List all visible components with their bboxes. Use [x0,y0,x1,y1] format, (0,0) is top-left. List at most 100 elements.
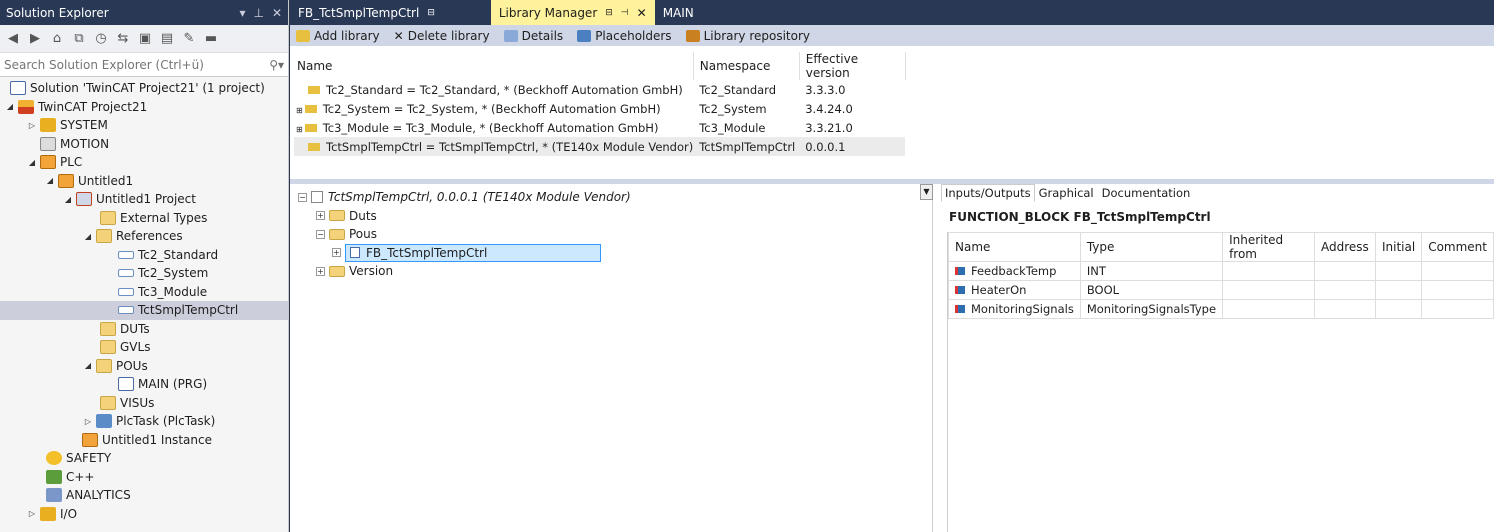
forward-icon[interactable]: ▶ [26,31,44,46]
tree-item-visus[interactable]: VISUs [0,394,288,413]
tree-item-references[interactable]: ◢ References [0,227,288,246]
expand-box-icon[interactable]: ⊞ [296,106,303,115]
tab-fb-tctsmpltempctrl[interactable]: FB_TctSmplTempCtrl ⊟ [290,0,443,25]
var-col-comment[interactable]: Comment [1421,232,1494,262]
solution-explorer-search[interactable]: ⚲▾ [0,53,288,77]
tree-item-system[interactable]: ▷ SYSTEM [0,116,288,135]
lib-tree-fb[interactable]: + FB_TctSmplTempCtrl [298,243,631,263]
var-col-type[interactable]: Type [1079,232,1224,262]
expand-box-icon[interactable]: + [316,211,325,221]
close-tab-icon[interactable]: ✕ [637,6,647,20]
tree-item-plctask[interactable]: ▷ PlcTask (PlcTask) [0,412,288,431]
lib-tree-pous[interactable]: − Pous [298,225,631,244]
expand-arrow-icon[interactable]: ▷ [82,417,94,426]
library-toolbar: Add library ✕ Delete library Details Plac… [290,25,1494,46]
tree-item-cpp[interactable]: C++ [0,468,288,487]
close-icon[interactable]: ✕ [272,6,282,20]
add-library-button[interactable]: Add library [296,29,380,43]
tab-main[interactable]: MAIN [655,0,702,25]
tree-item-ref-tc3-module[interactable]: Tc3_Module [0,283,288,302]
variable-row[interactable]: FeedbackTemp INT [948,261,1494,281]
search-icon[interactable]: ⚲▾ [269,58,284,72]
tree-item-motion[interactable]: MOTION [0,135,288,154]
library-repository-button[interactable]: Library repository [685,29,810,43]
tab-graphical[interactable]: Graphical [1035,184,1098,202]
col-header-version[interactable]: Effective version [799,52,906,80]
tree-item-ref-tctsmpltempctrl[interactable]: TctSmplTempCtrl [0,301,288,320]
properties-icon[interactable]: ✎ [180,31,198,46]
show-all-files-icon[interactable]: ▤ [158,31,176,46]
variable-row[interactable]: HeaterOn BOOL [948,280,1494,300]
tree-item-untitled1-project[interactable]: ◢ Untitled1 Project [0,190,288,209]
tree-item-ref-tc2-system[interactable]: Tc2_System [0,264,288,283]
tree-item-safety[interactable]: SAFETY [0,449,288,468]
pin-icon[interactable]: ⊟ [427,8,435,18]
expand-arrow-icon[interactable]: ▷ [26,121,38,130]
col-header-namespace[interactable]: Namespace [693,52,800,80]
collapse-arrow-icon[interactable]: ◢ [4,102,16,111]
reference-icon [118,269,134,278]
dropdown-icon[interactable]: ▾ [239,6,245,20]
library-row[interactable]: ⊞ Tc3_Module = Tc3_Module, * (Beckhoff Au… [294,118,905,137]
tree-item-duts[interactable]: DUTs [0,320,288,339]
pin-icon[interactable]: ⊥ [253,6,263,20]
var-col-initial[interactable]: Initial [1374,232,1423,262]
tree-item-untitled1[interactable]: ◢ Untitled1 [0,172,288,191]
lib-tree-duts[interactable]: + Duts [298,207,631,226]
tab-documentation[interactable]: Documentation [1098,184,1195,202]
expand-box-icon[interactable]: + [316,266,325,276]
twincat-project-icon [18,99,34,114]
home-icon[interactable]: ⌂ [48,31,66,46]
lib-tree-root[interactable]: − TctSmplTempCtrl, 0.0.0.1 (TE140x Module… [298,188,631,207]
collapse-arrow-icon[interactable]: ◢ [82,232,94,241]
collapse-arrow-icon[interactable]: ◢ [26,158,38,167]
expand-arrow-icon[interactable]: ▷ [26,509,38,518]
tree-item-external-types[interactable]: External Types [0,209,288,228]
tree-item-untitled1-instance[interactable]: Untitled1 Instance [0,431,288,450]
collapse-all-icon[interactable]: ▣ [136,31,154,46]
library-row-selected[interactable]: TctSmplTempCtrl = TctSmplTempCtrl, * (TE… [294,137,906,156]
var-col-address[interactable]: Address [1314,232,1376,262]
tree-item-solution[interactable]: Solution 'TwinCAT Project21' (1 project) [0,79,288,98]
pin-icon[interactable]: ⊟ [605,8,613,18]
expand-box-icon[interactable]: ⊞ [296,125,303,134]
collapse-arrow-icon[interactable]: ◢ [82,361,94,370]
collapse-arrow-icon[interactable]: ◢ [44,176,56,185]
details-button[interactable]: Details [503,29,563,43]
var-col-name[interactable]: Name [948,232,1081,262]
sync-icon[interactable]: ⇆ [114,31,132,46]
collapse-arrow-icon[interactable]: ◢ [62,195,74,204]
search-input[interactable] [4,57,270,72]
switch-views-icon[interactable]: ⧉ [70,31,88,46]
tab-library-manager[interactable]: Library Manager ⊟ ⊣ ✕ [490,0,655,25]
placeholders-button[interactable]: Placeholders [577,29,672,43]
tree-item-gvls[interactable]: GVLs [0,338,288,357]
tree-item-main-prg[interactable]: MAIN (PRG) [0,375,288,394]
expand-box-icon[interactable]: + [332,248,341,258]
fb-selected-item[interactable]: FB_TctSmplTempCtrl [345,243,601,262]
library-row[interactable]: ⊞ Tc2_System = Tc2_System, * (Beckhoff Au… [294,99,905,118]
history-icon[interactable]: ◷ [92,31,110,46]
back-icon[interactable]: ◀ [4,31,22,46]
library-row[interactable]: Tc2_Standard = Tc2_Standard, * (Beckhoff… [294,80,905,99]
tree-item-analytics[interactable]: ANALYTICS [0,486,288,505]
delete-library-button[interactable]: ✕ Delete library [394,29,490,43]
tab-inputs-outputs[interactable]: Inputs/Outputs [941,184,1035,202]
variable-row[interactable]: MonitoringSignals MonitoringSignalsType [948,299,1494,319]
delete-icon: ✕ [393,28,404,43]
program-icon [118,377,134,392]
library-dropdown-button[interactable]: ▼ [920,184,933,200]
collapse-box-icon[interactable]: − [298,192,307,202]
lib-tree-version[interactable]: + Version [298,262,631,281]
plc-project-icon [58,173,74,188]
tree-item-pous[interactable]: ◢ POUs [0,357,288,376]
var-col-inherited[interactable]: Inherited from [1222,232,1316,262]
preview-icon[interactable]: ▬ [202,31,220,46]
tree-item-plc[interactable]: ◢ PLC [0,153,288,172]
collapse-box-icon[interactable]: − [316,229,325,239]
col-header-name[interactable]: Name [294,52,694,80]
tree-item-io[interactable]: ▷ I/O [0,505,288,524]
pin-tab-icon[interactable]: ⊣ [621,8,629,18]
tree-item-project[interactable]: ◢ TwinCAT Project21 [0,98,288,117]
tree-item-ref-tc2-standard[interactable]: Tc2_Standard [0,246,288,265]
